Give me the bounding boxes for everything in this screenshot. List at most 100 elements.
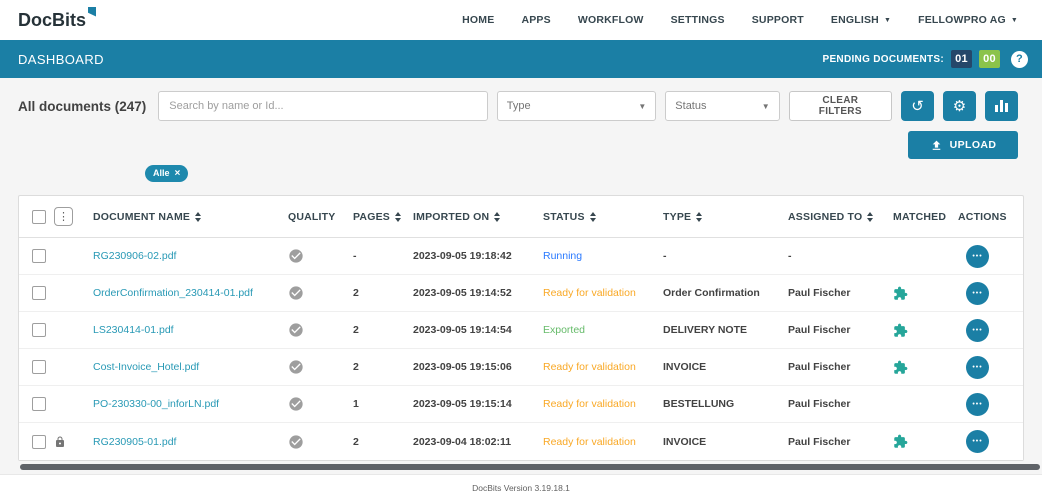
- row-actions-button[interactable]: •••: [966, 245, 989, 268]
- row-checkbox[interactable]: [32, 435, 46, 449]
- docbits-logo[interactable]: DocBits: [18, 10, 96, 31]
- table-row: RG230905-01.pdf22023-09-04 18:02:11Ready…: [19, 423, 1023, 460]
- sort-icon[interactable]: [494, 212, 500, 222]
- type-cell: INVOICE: [659, 361, 784, 373]
- bulk-actions-button[interactable]: ⋮: [54, 207, 73, 226]
- column-header-name[interactable]: DOCUMENT NAME: [89, 211, 284, 223]
- type-filter-select[interactable]: Type ▼: [497, 91, 657, 121]
- column-header-assigned[interactable]: ASSIGNED TO: [784, 211, 889, 223]
- row-checkbox[interactable]: [32, 360, 46, 374]
- filter-chip-alle[interactable]: Alle ×: [145, 165, 188, 182]
- document-name-cell: Cost-Invoice_Hotel.pdf: [89, 361, 284, 373]
- brand-name: DocBits: [18, 10, 86, 30]
- clear-filters-button[interactable]: CLEAR FILTERS: [789, 91, 892, 121]
- type-cell: DELIVERY NOTE: [659, 324, 784, 336]
- column-header-type[interactable]: TYPE: [659, 211, 784, 223]
- nav-apps[interactable]: APPS: [521, 14, 550, 26]
- row-actions-button[interactable]: •••: [966, 393, 989, 416]
- document-link[interactable]: PO-230330-00_inforLN.pdf: [93, 398, 219, 410]
- document-link[interactable]: RG230906-02.pdf: [93, 250, 176, 262]
- document-name-cell: LS230414-01.pdf: [89, 324, 284, 336]
- sort-icon[interactable]: [590, 212, 596, 222]
- refresh-button[interactable]: ↺: [901, 91, 934, 121]
- pending-count-badge: 01: [951, 50, 972, 68]
- matched-puzzle-icon: [893, 323, 908, 338]
- status-cell: Ready for validation: [539, 287, 659, 299]
- column-header-imported[interactable]: IMPORTED ON: [409, 211, 539, 223]
- matched-cell: [889, 360, 954, 375]
- quality-cell: [284, 322, 349, 338]
- main-nav: HOME APPS WORKFLOW SETTINGS SUPPORT ENGL…: [462, 14, 1018, 26]
- pages-cell: 2: [349, 361, 409, 373]
- sort-icon[interactable]: [696, 212, 702, 222]
- filter-toolbar: All documents (247) Type ▼ Status ▼ CLEA…: [0, 91, 1042, 121]
- row-select-cell: [19, 435, 89, 449]
- settings-button[interactable]: ⚙: [943, 91, 976, 121]
- document-link[interactable]: RG230905-01.pdf: [93, 436, 176, 448]
- lock-icon: [54, 436, 66, 448]
- row-select-cell: [19, 323, 89, 337]
- search-input[interactable]: [158, 91, 487, 121]
- assigned-to-cell: Paul Fischer: [784, 361, 889, 373]
- sort-icon[interactable]: [867, 212, 873, 222]
- status-filter-select[interactable]: Status ▼: [665, 91, 779, 121]
- nav-language-dropdown[interactable]: ENGLISH▼: [831, 14, 891, 26]
- imported-on-cell: 2023-09-05 19:14:54: [409, 324, 539, 336]
- column-header-pages[interactable]: PAGES: [349, 211, 409, 223]
- row-checkbox[interactable]: [32, 397, 46, 411]
- upload-button[interactable]: UPLOAD: [908, 131, 1018, 159]
- row-actions-button[interactable]: •••: [966, 282, 989, 305]
- row-checkbox[interactable]: [32, 286, 46, 300]
- actions-cell: •••: [954, 430, 1023, 453]
- row-actions-button[interactable]: •••: [966, 356, 989, 379]
- horizontal-scrollbar[interactable]: [20, 464, 1040, 470]
- top-navigation-bar: DocBits HOME APPS WORKFLOW SETTINGS SUPP…: [0, 0, 1042, 40]
- select-all-checkbox[interactable]: [32, 210, 46, 224]
- close-icon[interactable]: ×: [175, 168, 181, 179]
- matched-puzzle-icon: [893, 434, 908, 449]
- row-checkbox[interactable]: [32, 249, 46, 263]
- document-name-cell: PO-230330-00_inforLN.pdf: [89, 398, 284, 410]
- page-title: DASHBOARD: [18, 52, 104, 67]
- analytics-button[interactable]: [985, 91, 1018, 121]
- nav-account-dropdown[interactable]: FELLOWPRO AG▼: [918, 14, 1018, 26]
- type-cell: -: [659, 250, 784, 262]
- column-header-actions: ACTIONS: [954, 211, 1023, 223]
- column-header-status[interactable]: STATUS: [539, 211, 659, 223]
- row-select-cell: [19, 397, 89, 411]
- row-checkbox[interactable]: [32, 323, 46, 337]
- table-row: PO-230330-00_inforLN.pdf12023-09-05 19:1…: [19, 386, 1023, 423]
- refresh-icon: ↺: [911, 97, 924, 115]
- actions-cell: •••: [954, 319, 1023, 342]
- document-link[interactable]: OrderConfirmation_230414-01.pdf: [93, 287, 253, 299]
- nav-workflow[interactable]: WORKFLOW: [578, 14, 644, 26]
- help-icon[interactable]: ?: [1011, 51, 1028, 68]
- nav-home[interactable]: HOME: [462, 14, 494, 26]
- document-link[interactable]: Cost-Invoice_Hotel.pdf: [93, 361, 199, 373]
- gear-icon: ⚙: [953, 97, 966, 115]
- document-name-cell: OrderConfirmation_230414-01.pdf: [89, 287, 284, 299]
- row-actions-button[interactable]: •••: [966, 430, 989, 453]
- sort-icon[interactable]: [395, 212, 401, 222]
- main-content: All documents (247) Type ▼ Status ▼ CLEA…: [0, 78, 1042, 500]
- nav-support[interactable]: SUPPORT: [752, 14, 804, 26]
- quality-cell: [284, 248, 349, 264]
- quality-cell: [284, 285, 349, 301]
- chevron-down-icon: ▼: [1011, 17, 1018, 24]
- imported-on-cell: 2023-09-05 19:14:52: [409, 287, 539, 299]
- assigned-to-cell: Paul Fischer: [784, 324, 889, 336]
- pages-cell: 2: [349, 324, 409, 336]
- document-name-cell: RG230906-02.pdf: [89, 250, 284, 262]
- header-select-cell: ⋮: [19, 207, 89, 226]
- document-link[interactable]: LS230414-01.pdf: [93, 324, 174, 336]
- app-footer: DocBits Version 3.19.18.1: [0, 474, 1042, 500]
- documents-table: ⋮ DOCUMENT NAMEQUALITYPAGESIMPORTED ONST…: [18, 195, 1024, 461]
- upload-icon: [930, 139, 943, 152]
- nav-settings[interactable]: SETTINGS: [671, 14, 725, 26]
- pending-secondary-badge: 00: [979, 50, 1000, 68]
- table-row: RG230906-02.pdf-2023-09-05 19:18:42Runni…: [19, 238, 1023, 275]
- row-actions-button[interactable]: •••: [966, 319, 989, 342]
- type-cell: BESTELLUNG: [659, 398, 784, 410]
- sort-icon[interactable]: [195, 212, 201, 222]
- logo-mark-icon: [88, 7, 96, 17]
